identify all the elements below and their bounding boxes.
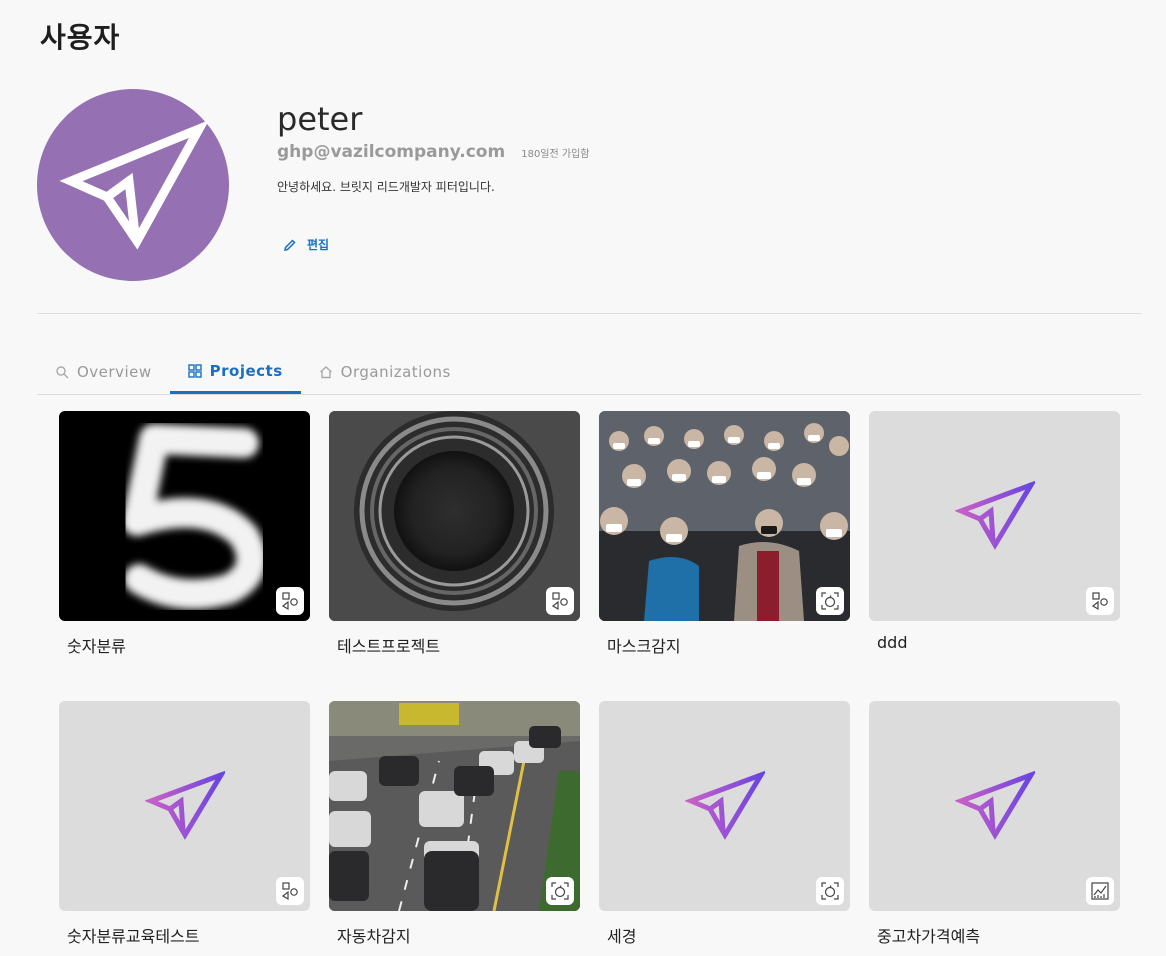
projects-grid: 숫자분류 테스트프로젝트 마스크감지 ddd 숫자분류교육테스트 자동차감지 세… xyxy=(59,411,1120,947)
project-title: 숫자분류교육테스트 xyxy=(67,927,200,946)
project-thumbnail xyxy=(599,701,850,911)
classification-icon xyxy=(276,587,304,615)
project-thumbnail xyxy=(869,701,1120,911)
digit-five-image xyxy=(122,424,267,610)
app-logo-icon xyxy=(59,120,210,250)
project-card[interactable]: 자동차감지 xyxy=(329,701,580,947)
classification-icon xyxy=(276,877,304,905)
user-profile-page: 사용자 peter ghp@vazilcompany.com 180일전 가입함… xyxy=(0,0,1166,956)
project-card[interactable]: 세경 xyxy=(599,701,850,947)
project-title: 중고차가격예측 xyxy=(877,927,981,946)
classification-icon xyxy=(546,587,574,615)
placeholder-logo-icon xyxy=(954,771,1035,840)
email: ghp@vazilcompany.com xyxy=(277,142,506,162)
tab-label: Overview xyxy=(77,363,152,381)
detection-icon xyxy=(816,587,844,615)
project-title: 세경 xyxy=(607,927,637,946)
username: peter xyxy=(277,100,363,138)
tab-label: Organizations xyxy=(340,363,451,381)
bio: 안녕하세요. 브릿지 리드개발자 피터입니다. xyxy=(277,180,495,194)
lens-image xyxy=(329,411,580,621)
edit-label: 편집 xyxy=(307,238,330,252)
tab-organizations[interactable]: Organizations xyxy=(301,350,469,394)
classification-icon xyxy=(1086,587,1114,615)
email-row: ghp@vazilcompany.com 180일전 가입함 xyxy=(277,142,589,162)
project-title: 자동차감지 xyxy=(337,927,411,946)
project-thumbnail xyxy=(869,411,1120,621)
home-icon xyxy=(319,366,332,379)
grid-icon xyxy=(187,363,202,378)
placeholder-logo-icon xyxy=(684,771,765,840)
project-thumbnail xyxy=(599,411,850,621)
profile-tabs: Overview Projects Organizations xyxy=(37,350,1141,395)
project-card[interactable]: 마스크감지 xyxy=(599,411,850,657)
crowd-image xyxy=(599,411,850,621)
tab-projects[interactable]: Projects xyxy=(169,350,301,394)
tab-label: Projects xyxy=(209,361,283,380)
avatar xyxy=(37,89,229,281)
project-card[interactable]: 중고차가격예측 xyxy=(869,701,1120,947)
project-thumbnail xyxy=(329,411,580,621)
profile-info: peter ghp@vazilcompany.com 180일전 가입함 안녕하… xyxy=(277,100,589,195)
page-title: 사용자 xyxy=(40,21,121,54)
search-icon xyxy=(56,366,69,379)
project-title: 숫자분류 xyxy=(67,637,126,656)
placeholder-logo-icon xyxy=(954,481,1035,550)
detection-icon xyxy=(816,877,844,905)
traffic-image xyxy=(329,701,580,911)
project-title: 테스트프로젝트 xyxy=(337,637,441,656)
project-card[interactable]: ddd xyxy=(869,411,1120,657)
detection-icon xyxy=(546,877,574,905)
divider xyxy=(37,313,1141,314)
joined-date: 180일전 가입함 xyxy=(521,149,590,160)
edit-profile-button[interactable]: 편집 xyxy=(283,236,329,253)
project-thumbnail xyxy=(59,701,310,911)
tab-overview[interactable]: Overview xyxy=(37,350,170,394)
project-title: 마스크감지 xyxy=(607,637,681,656)
pencil-icon xyxy=(284,238,296,251)
project-thumbnail xyxy=(329,701,580,911)
project-card[interactable]: 숫자분류교육테스트 xyxy=(59,701,310,947)
chart-icon xyxy=(1086,877,1114,905)
project-card[interactable]: 테스트프로젝트 xyxy=(329,411,580,657)
project-title: ddd xyxy=(877,633,908,652)
project-card[interactable]: 숫자분류 xyxy=(59,411,310,657)
project-thumbnail xyxy=(59,411,310,621)
placeholder-logo-icon xyxy=(144,771,225,840)
